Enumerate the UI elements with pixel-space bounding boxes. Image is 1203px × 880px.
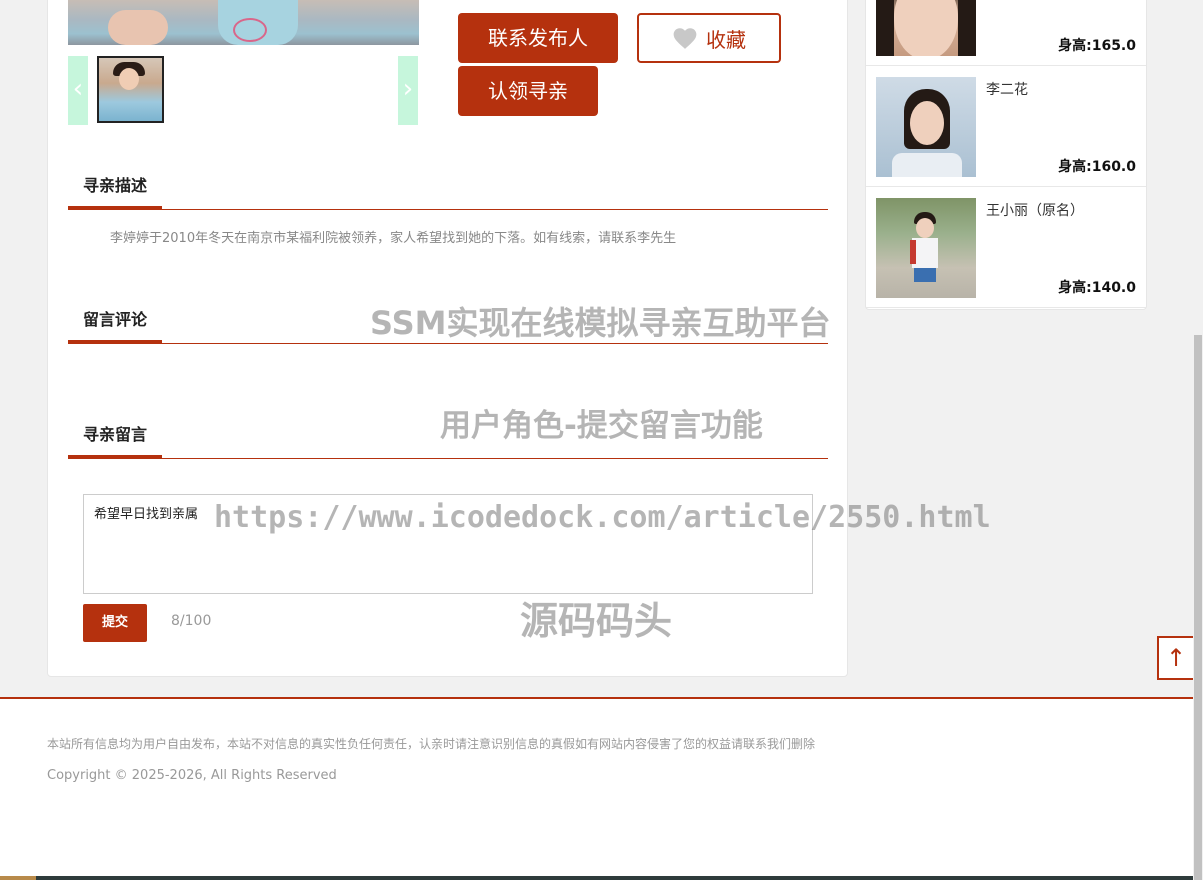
char-counter: 8/100 bbox=[171, 613, 212, 629]
message-title: 寻亲留言 bbox=[68, 421, 163, 458]
chevron-left-icon: ‹ bbox=[72, 74, 84, 104]
watermark-title: SSM实现在线模拟寻亲互助平台 bbox=[370, 304, 831, 342]
person-photo bbox=[876, 77, 976, 177]
thumb-prev-button[interactable]: ‹ bbox=[68, 56, 88, 125]
chevron-right-icon: › bbox=[402, 74, 414, 104]
description-text: 李婷婷于2010年冬天在南京市某福利院被领养，家人希望找到她的下落。如有线索，请… bbox=[110, 231, 677, 246]
footer-disclaimer: 本站所有信息均为用户自由发布，本站不对信息的真实性负任何责任，认亲时请注意识别信… bbox=[47, 737, 816, 751]
comments-title: 留言评论 bbox=[68, 306, 163, 343]
related-item[interactable]: 李二花 身高:160.0 bbox=[866, 67, 1146, 187]
watermark-url: https://www.icodedock.com/article/2550.h… bbox=[214, 500, 991, 535]
description-title: 寻亲描述 bbox=[68, 172, 163, 209]
description-section-header: 寻亲描述 bbox=[68, 172, 828, 210]
person-name: 王小丽（原名） bbox=[986, 203, 1084, 219]
bottom-strip bbox=[0, 876, 1193, 880]
contact-publisher-button[interactable]: 联系发布人 bbox=[458, 13, 618, 63]
related-item[interactable]: 身高:165.0 bbox=[866, 0, 1146, 66]
heart-icon bbox=[673, 28, 697, 49]
person-photo bbox=[876, 0, 976, 56]
watermark-brand: 源码码头 bbox=[520, 599, 673, 643]
favorite-label: 收藏 bbox=[706, 27, 746, 52]
favorite-button[interactable]: 收藏 bbox=[637, 13, 781, 63]
person-height: 身高:165.0 bbox=[1058, 38, 1136, 54]
footer-copyright: Copyright © 2025-2026, All Rights Reserv… bbox=[47, 768, 337, 783]
scrollbar-thumb[interactable] bbox=[1194, 335, 1202, 880]
person-name: 李二花 bbox=[986, 82, 1028, 98]
thumb-next-button[interactable]: › bbox=[398, 56, 418, 125]
thumbnail-image[interactable] bbox=[97, 56, 164, 123]
person-height: 身高:160.0 bbox=[1058, 159, 1136, 175]
person-height: 身高:140.0 bbox=[1058, 280, 1136, 296]
submit-button[interactable]: 提交 bbox=[83, 604, 147, 642]
claim-button[interactable]: 认领寻亲 bbox=[458, 66, 598, 116]
footer: 本站所有信息均为用户自由发布，本站不对信息的真实性负任何责任，认亲时请注意识别信… bbox=[0, 699, 1193, 880]
back-to-top-button[interactable]: ↑ bbox=[1157, 636, 1193, 680]
main-photo bbox=[68, 0, 419, 45]
person-photo bbox=[876, 198, 976, 298]
watermark-subtitle: 用户角色-提交留言功能 bbox=[440, 408, 763, 444]
arrow-up-icon: ↑ bbox=[1165, 644, 1187, 672]
related-item[interactable]: 王小丽（原名） 身高:140.0 bbox=[866, 188, 1146, 308]
